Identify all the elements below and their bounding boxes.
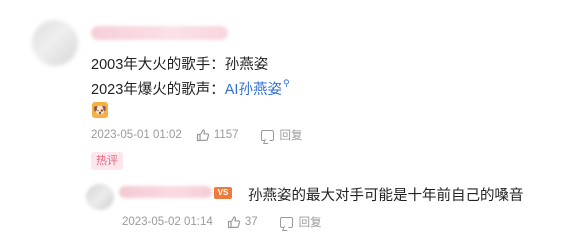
comment-meta: 2023-05-01 01:02 1157 回复 [91, 127, 303, 143]
commenter-avatar[interactable] [32, 20, 78, 66]
reply-icon[interactable] [279, 216, 293, 228]
thumbs-up-icon[interactable] [227, 215, 241, 229]
reply-meta: 2023-05-02 01:14 37 回复 [122, 214, 322, 230]
reply-avatar[interactable] [86, 184, 114, 210]
vs-badge: VS [214, 187, 232, 199]
thumbs-up-icon[interactable] [196, 128, 210, 142]
reply-like-count: 37 [244, 216, 258, 228]
commenter-name-blurred[interactable] [91, 26, 228, 40]
reply-text: 孙燕姿的最大对手可能是十年前自己的嗓音 [248, 188, 524, 204]
ai-sun-yanzi-link[interactable]: AI孙燕姿 [225, 82, 282, 98]
comment-like-count: 1157 [213, 129, 239, 141]
dog-face-emoji-icon: 🐶 [92, 102, 108, 118]
reply-reply-button[interactable]: 回复 [299, 214, 322, 230]
comment-reply-button[interactable]: 回复 [280, 127, 303, 143]
comment-line-2: 2023年爆火的歌声：AI孙燕姿⚲ [91, 78, 290, 99]
comment-date: 2023-05-01 01:02 [91, 129, 182, 141]
comment-line-1: 2003年大火的歌手：孙燕姿 [91, 57, 269, 73]
reply-icon[interactable] [260, 129, 274, 141]
reply-username-blurred[interactable] [119, 186, 212, 198]
reply-date: 2023-05-02 01:14 [122, 216, 213, 228]
search-icon: ⚲ [282, 78, 290, 88]
hot-comment-tag: 热评 [91, 152, 123, 170]
comment-line-2-prefix: 2023年爆火的歌声： [91, 82, 225, 98]
